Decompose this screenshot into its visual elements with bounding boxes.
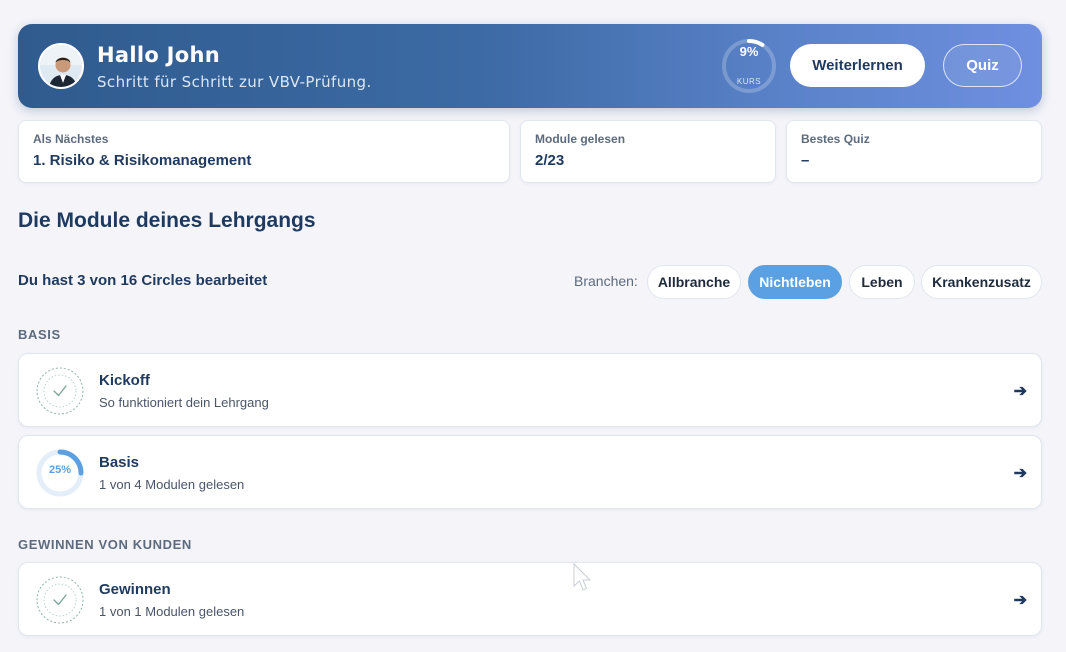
course-progress-value: 9% [739, 44, 759, 59]
next-module-value: 1. Risiko & Risikomanagement [33, 152, 252, 169]
check-icon [36, 576, 84, 624]
modules-section-title: Die Module deines Lehrgangs [18, 209, 316, 232]
branchen-label: Branchen: [574, 273, 638, 289]
circle-title-gewinnen: Gewinnen [99, 581, 171, 598]
circle-title-kickoff: Kickoff [99, 372, 150, 389]
filter-krankenzusatz[interactable]: Krankenzusatz [921, 265, 1042, 299]
continue-learning-button[interactable]: Weiterlernen [790, 44, 925, 87]
hero-banner: Hallo John Schritt für Schritt zur VBV-P… [18, 24, 1042, 108]
best-quiz-value: – [801, 152, 810, 169]
modules-read-label: Module gelesen [535, 132, 626, 146]
quiz-button[interactable]: Quiz [943, 44, 1022, 87]
circle-subtitle-basis: 1 von 4 Modulen gelesen [99, 477, 245, 492]
greeting-title: Hallo John [97, 43, 221, 67]
modules-read-card: Module gelesen 2/23 [520, 120, 776, 183]
arrow-right-icon[interactable]: ➔ [1014, 381, 1027, 401]
circle-subtitle-kickoff: So funktioniert dein Lehrgang [99, 395, 269, 410]
best-quiz-card: Bestes Quiz – [786, 120, 1042, 183]
next-module-card[interactable]: Als Nächstes 1. Risiko & Risikomanagemen… [18, 120, 510, 183]
greeting-subtitle: Schritt für Schritt zur VBV-Prüfung. [97, 73, 372, 91]
group-label-basis: BASIS [18, 327, 61, 342]
circles-summary: Du hast 3 von 16 Circles bearbeitet [18, 272, 268, 289]
circle-card-kickoff[interactable]: Kickoff So funktioniert dein Lehrgang ➔ [18, 353, 1042, 427]
next-module-label: Als Nächstes [33, 132, 109, 146]
mouse-cursor-icon [573, 562, 592, 591]
arrow-right-icon[interactable]: ➔ [1014, 590, 1027, 610]
modules-read-value: 2/23 [535, 152, 565, 169]
circle-title-basis: Basis [99, 454, 140, 471]
filter-leben[interactable]: Leben [849, 265, 915, 299]
course-progress-caption: KURS [736, 77, 762, 86]
circle-card-gewinnen[interactable]: Gewinnen 1 von 1 Modulen gelesen ➔ [18, 562, 1042, 636]
check-icon [36, 367, 84, 415]
avatar-photo-icon [40, 45, 82, 87]
filter-nichtleben[interactable]: Nichtleben [748, 265, 842, 299]
circle-card-basis[interactable]: 25% Basis 1 von 4 Modulen gelesen ➔ [18, 435, 1042, 509]
basis-progress-value: 25% [48, 464, 72, 476]
arrow-right-icon[interactable]: ➔ [1014, 463, 1027, 483]
avatar [38, 43, 84, 89]
filter-allbranche[interactable]: Allbranche [647, 265, 741, 299]
group-label-gewinnen: GEWINNEN VON KUNDEN [18, 537, 192, 552]
circle-subtitle-gewinnen: 1 von 1 Modulen gelesen [99, 604, 245, 619]
best-quiz-label: Bestes Quiz [801, 132, 870, 146]
